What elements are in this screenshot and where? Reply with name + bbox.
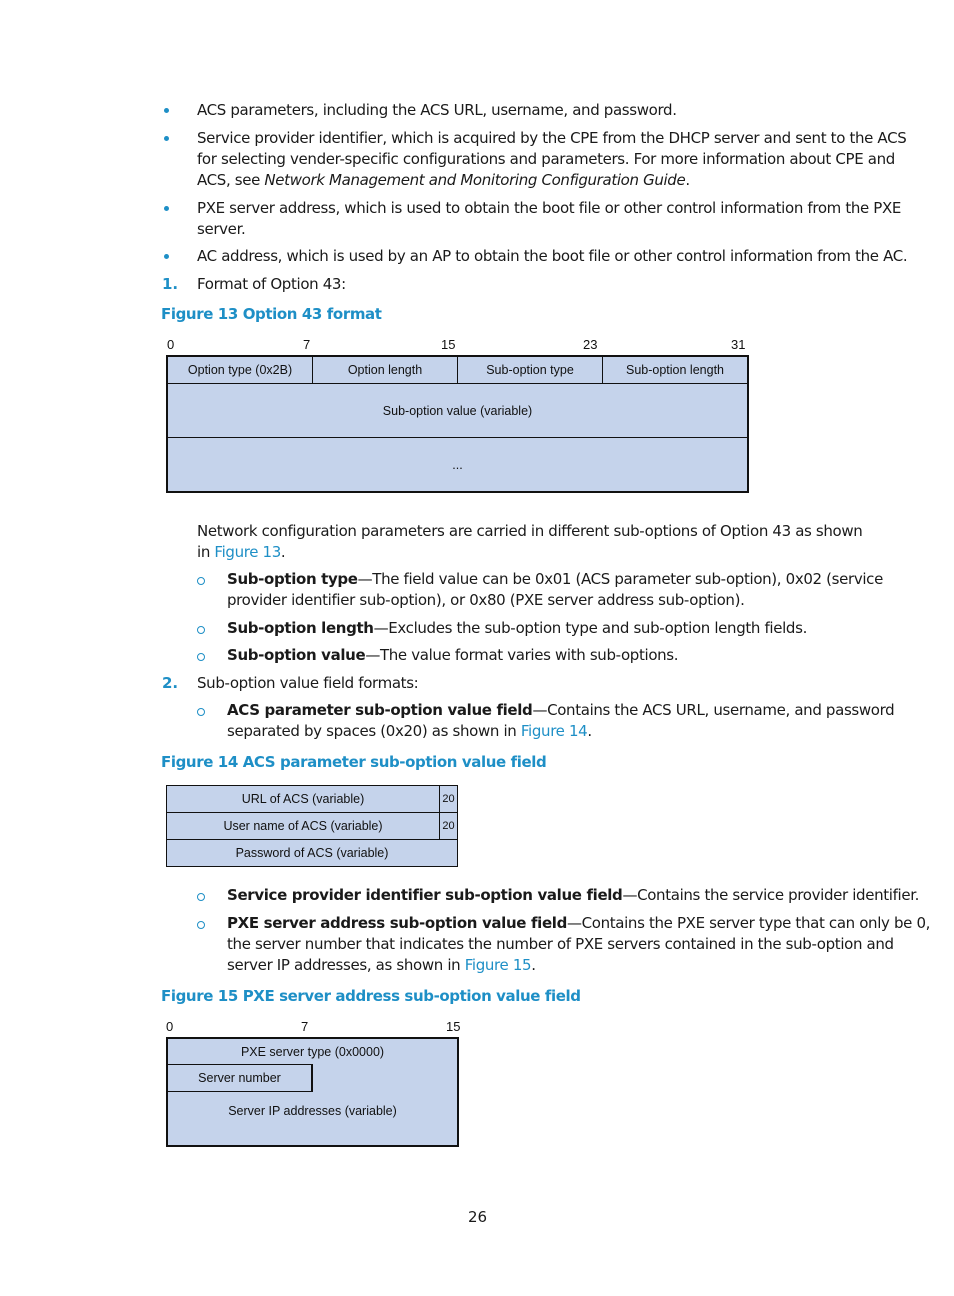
field-continuation: ... — [166, 437, 749, 493]
paragraph-text: in Figure 13. — [197, 542, 286, 563]
sub-bullet-icon — [197, 893, 205, 901]
field-sub-option-length: Sub-option length — [602, 355, 749, 384]
field-separator: 20 — [439, 812, 458, 840]
field-server-number: Server number — [166, 1064, 313, 1092]
term: Sub-option type — [227, 570, 358, 588]
sub-bullet-icon — [197, 626, 205, 634]
sub-item-text: Sub-option type—The field value can be 0… — [227, 569, 883, 590]
step-text: Format of Option 43: — [197, 275, 346, 293]
bullet-icon — [164, 136, 169, 141]
sub-item-text: ACS parameter sub-option value field—Con… — [227, 700, 895, 721]
text: ACS, see — [197, 171, 265, 189]
field-server-ip-addresses: Server IP addresses (variable) — [228, 1104, 397, 1118]
bullet-text: ACS, see Network Management and Monitori… — [197, 170, 690, 191]
field-acs-password: Password of ACS (variable) — [166, 839, 458, 867]
text: —Contains the ACS URL, username, and pas… — [532, 701, 895, 719]
text: —The value format varies with sub-option… — [365, 646, 679, 664]
text: —Excludes the sub-option type and sub-op… — [373, 619, 808, 637]
field-sub-option-type: Sub-option type — [457, 355, 603, 384]
bit-tick: 0 — [167, 337, 175, 352]
bit-tick: 15 — [446, 1019, 461, 1034]
bullet-icon — [164, 206, 169, 211]
term: Sub-option length — [227, 619, 374, 637]
bullet-text: PXE server address, which is used to obt… — [197, 199, 902, 217]
term: ACS parameter sub-option value field — [227, 701, 533, 719]
field-sub-option-value: Sub-option value (variable) — [166, 383, 749, 438]
sub-item-text: Sub-option value—The value format varies… — [227, 645, 679, 666]
text: separated by spaces (0x20) as shown in — [227, 722, 521, 740]
field-separator: 20 — [439, 785, 458, 813]
sub-item-text: PXE server address sub-option value fiel… — [227, 913, 930, 934]
bit-tick: 7 — [303, 337, 311, 352]
figure-15-link[interactable]: Figure 15 — [465, 956, 532, 974]
sub-bullet-icon — [197, 653, 205, 661]
sub-item-text: separated by spaces (0x20) as shown in F… — [227, 721, 592, 742]
step-number: 1. — [162, 275, 179, 293]
bit-tick: 0 — [166, 1019, 174, 1034]
sub-bullet-icon — [197, 921, 205, 929]
text: in — [197, 543, 215, 561]
text: server IP addresses, as shown in — [227, 956, 465, 974]
sub-bullet-icon — [197, 577, 205, 585]
bullet-text: for selecting vender-specific configurat… — [197, 150, 895, 168]
figure-caption: Figure 13 Option 43 format — [161, 305, 382, 323]
text: . — [280, 543, 286, 561]
field-pxe-server-type: PXE server type (0x0000) — [166, 1037, 459, 1065]
sub-item-text: Sub-option length—Excludes the sub-optio… — [227, 618, 807, 639]
bullet-text: Service provider identifier, which is ac… — [197, 129, 907, 147]
text: . — [685, 171, 690, 189]
field-option-length: Option length — [312, 355, 458, 384]
paragraph-text: Network configuration parameters are car… — [197, 522, 863, 540]
text: —The field value can be 0x01 (ACS parame… — [357, 570, 884, 588]
page-number: 26 — [468, 1208, 488, 1226]
figure-caption: Figure 14 ACS parameter sub-option value… — [161, 753, 547, 771]
figure-14-link[interactable]: Figure 14 — [521, 722, 588, 740]
bullet-icon — [164, 108, 169, 113]
bit-tick: 7 — [301, 1019, 309, 1034]
bit-tick: 15 — [441, 337, 456, 352]
step-text: Sub-option value field formats: — [197, 674, 419, 692]
field-option-type: Option type (0x2B) — [166, 355, 313, 384]
sub-item-text: the server number that indicates the num… — [227, 935, 894, 953]
term: Service provider identifier sub-option v… — [227, 886, 623, 904]
bullet-text: ACS parameters, including the ACS URL, u… — [197, 101, 677, 119]
bullet-text: AC address, which is used by an AP to ob… — [197, 247, 908, 265]
guide-title: Network Management and Monitoring Config… — [264, 171, 686, 189]
text: . — [531, 956, 536, 974]
bit-tick: 31 — [731, 337, 746, 352]
bullet-icon — [164, 254, 169, 259]
bullet-text: server. — [197, 220, 246, 238]
step-number: 2. — [162, 674, 179, 692]
sub-item-text: server IP addresses, as shown in Figure … — [227, 955, 536, 976]
field-acs-username: User name of ACS (variable) — [166, 812, 440, 840]
sub-item-text: provider identifier sub-option), or 0x80… — [227, 591, 745, 609]
field-acs-url: URL of ACS (variable) — [166, 785, 440, 813]
sub-bullet-icon — [197, 708, 205, 716]
term: Sub-option value — [227, 646, 366, 664]
bit-tick: 23 — [583, 337, 598, 352]
term: PXE server address sub-option value fiel… — [227, 914, 567, 932]
figure-caption: Figure 15 PXE server address sub-option … — [161, 987, 581, 1005]
text: . — [587, 722, 592, 740]
text: —Contains the PXE server type that can o… — [566, 914, 931, 932]
sub-item-text: Service provider identifier sub-option v… — [227, 885, 919, 906]
figure-13-link[interactable]: Figure 13 — [214, 543, 281, 561]
text: —Contains the service provider identifie… — [622, 886, 920, 904]
